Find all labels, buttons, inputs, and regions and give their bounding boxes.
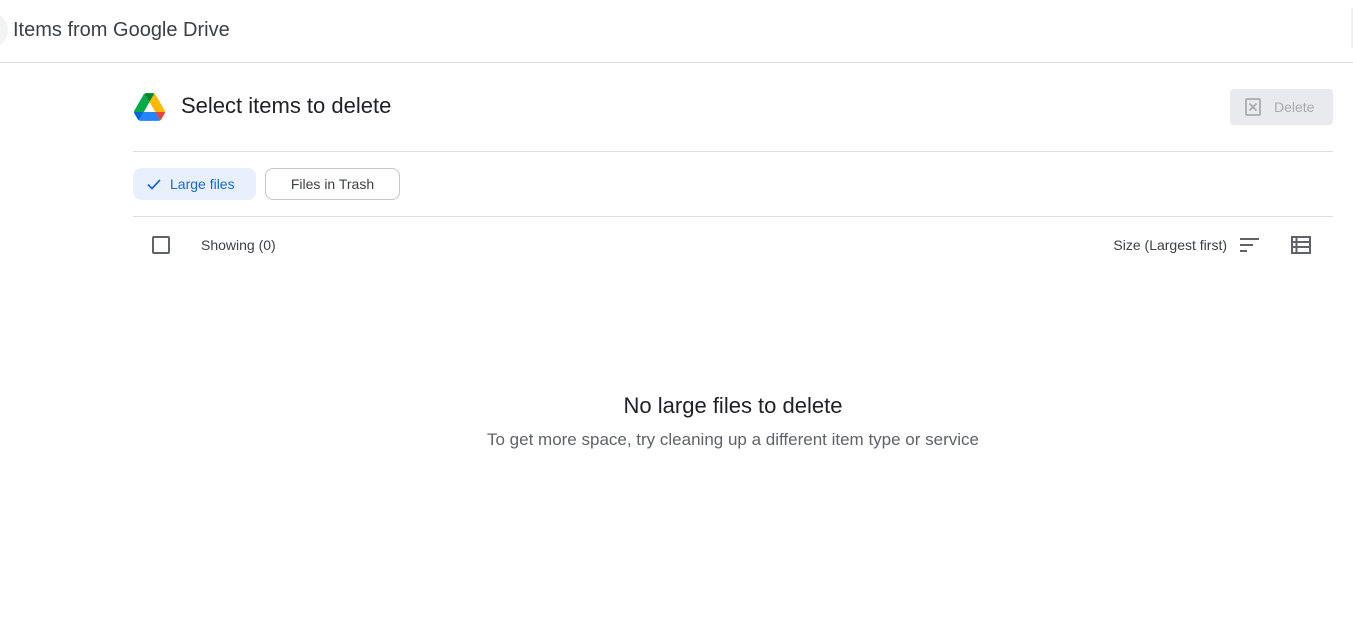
sort-icon[interactable]: [1240, 236, 1260, 254]
chip-label: Files in Trash: [290, 176, 375, 192]
sort-label[interactable]: Size (Largest first): [1113, 236, 1227, 254]
showing-count: Showing (0): [201, 237, 276, 253]
top-bar: Items from Google Drive: [0, 0, 1353, 63]
delete-label: Delete: [1274, 99, 1315, 115]
google-drive-icon: [134, 93, 165, 121]
empty-state-subtitle: To get more space, try cleaning up a dif…: [487, 430, 979, 449]
select-all-checkbox[interactable]: [152, 236, 170, 254]
page-header: Select items to delete Delete: [133, 63, 1333, 152]
list-header: Showing (0) Size (Largest first): [133, 217, 1333, 273]
empty-state-title: No large files to delete: [623, 393, 843, 418]
delete-icon: [1245, 98, 1261, 116]
page-title: Select items to delete: [181, 93, 392, 118]
chip-files-in-trash[interactable]: Files in Trash: [265, 168, 400, 200]
delete-button[interactable]: Delete: [1230, 89, 1333, 125]
main-content: Select items to delete Delete Large file…: [133, 63, 1333, 637]
list-view-icon[interactable]: [1291, 236, 1311, 254]
app-title: Items from Google Drive: [13, 19, 230, 41]
chip-label: Large files: [170, 176, 235, 192]
chip-large-files[interactable]: Large files: [133, 168, 256, 200]
check-icon: [147, 179, 161, 190]
back-button[interactable]: [0, 12, 8, 48]
filter-chips: Large files Files in Trash: [133, 152, 1333, 217]
